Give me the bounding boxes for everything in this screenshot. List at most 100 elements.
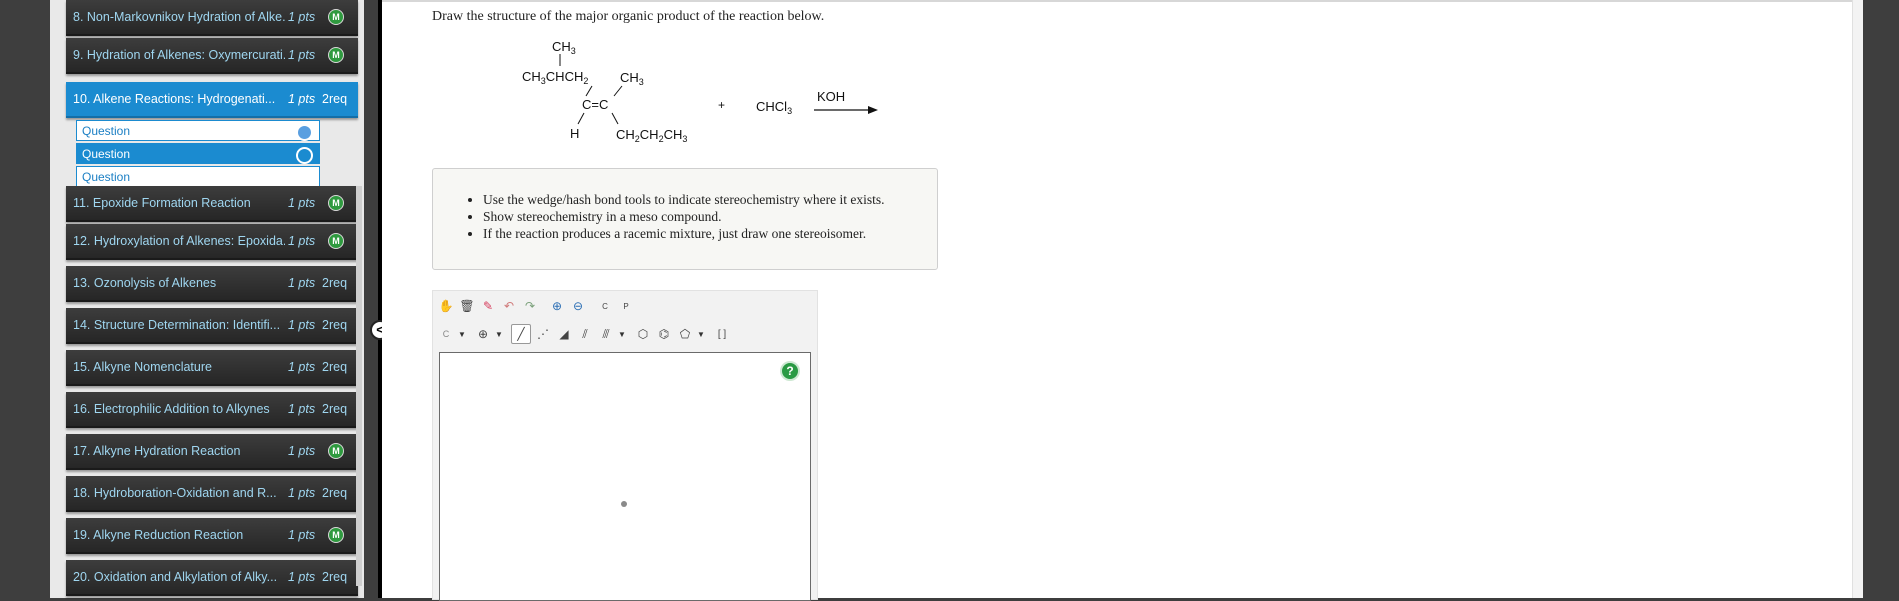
sidebar-item-points: 1 pts [288,402,316,416]
status-filled-icon [296,124,313,141]
zoom-in-icon[interactable]: ⊕ [548,297,566,315]
plus-sign: + [718,98,725,112]
sidebar-item-points: 1 pts [288,10,316,24]
hydrogen-label: H [570,126,579,141]
sidebar-item-requirement: 2req [322,360,348,374]
ring-hexagon-icon[interactable]: ⬡ [634,325,652,343]
content-scrollbar[interactable] [1852,0,1863,598]
sidebar-item-requirement: 2req [322,318,348,332]
help-icon[interactable]: ? [780,361,800,381]
sidebar-item[interactable]: 16. Electrophilic Addition to Alkynes 1 p… [66,392,358,428]
mastery-badge-icon: M [328,195,344,211]
drawing-canvas[interactable]: ? [439,352,811,601]
sidebar-item[interactable]: 13. Ozonolysis of Alkenes 1 pts 2req [66,266,358,302]
sidebar-item[interactable]: 17. Alkyne Hydration Reaction 1 pts M [66,434,358,470]
sidebar-item-title: 16. Electrophilic Addition to Alkynes [73,402,270,416]
sidebar-item[interactable]: 10. Alkene Reactions: Hydrogenati... 1 pt… [66,82,358,118]
ring-pentagon-icon[interactable]: ⬠ [676,325,694,343]
sidebar-item-title: 11. Epoxide Formation Reaction [73,196,251,210]
sidebar-item[interactable]: 20. Oxidation and Alkylation of Alky... 1… [66,560,358,596]
status-empty-icon [296,147,313,164]
zoom-out-icon[interactable]: ⊖ [569,297,587,315]
sidebar-item[interactable]: 15. Alkyne Nomenclature 1 pts 2req [66,350,358,386]
sidebar-item-points: 1 pts [288,234,316,248]
editor-toolbar-top: ✋ 🗑 ✎ ↶ ↷ ⊕ ⊖ C P [437,295,638,317]
sidebar-item-title: 8. Non-Markovnikov Hydration of Alke... [73,10,285,24]
sidebar-item-requirement: 2req [322,92,348,106]
sidebar-item[interactable]: 8. Non-Markovnikov Hydration of Alke... 1… [66,0,358,36]
propyl-label: CH2CH2CH3 [616,127,687,144]
wedge-bond-icon[interactable]: ◢ [555,325,573,343]
sidebar-item[interactable]: 9. Hydration of Alkenes: Oxymercurati...… [66,38,358,74]
question-sidebar: 8. Non-Markovnikov Hydration of Alke... 1… [50,0,364,598]
chevron-down-icon[interactable]: ▼ [458,330,468,339]
sidebar-scrollbar[interactable] [356,186,362,586]
sidebar-item-title: 12. Hydroxylation of Alkenes: Epoxida... [73,234,285,248]
sidebar-item-points: 1 pts [288,360,316,374]
sidebar-item[interactable]: 12. Hydroxylation of Alkenes: Epoxida...… [66,224,358,260]
copy-button[interactable]: C [596,297,614,315]
condition-label: KOH [817,89,845,104]
sidebar-item-title: 17. Alkyne Hydration Reaction [73,444,241,458]
ring-benzene-icon[interactable]: ⌬ [655,325,673,343]
mastery-badge-icon: M [328,47,344,63]
sidebar-item-title: 19. Alkyne Reduction Reaction [73,528,244,542]
sidebar-item-title: 10. Alkene Reactions: Hydrogenati... [73,92,276,106]
sidebar-item-points: 1 pts [288,276,316,290]
sidebar-item-title: 9. Hydration of Alkenes: Oxymercurati... [73,48,285,62]
sidebar-item-requirement: 2req [322,570,348,584]
bracket-icon[interactable]: [ ] [713,325,731,343]
sidebar-item[interactable]: 11. Epoxide Formation Reaction 1 pts M [66,186,358,222]
question-content: Draw the structure of the major organic … [382,0,1860,601]
redo-icon[interactable]: ↷ [521,297,539,315]
sidebar-item-title: 18. Hydroboration-Oxidation and R... [73,486,277,500]
chevron-down-icon[interactable]: ▼ [697,330,707,339]
mastery-badge-icon: M [328,527,344,543]
molecule-editor: ✋ 🗑 ✎ ↶ ↷ ⊕ ⊖ C P C ▼ ⊕ ▼ ╱ ⋰ ◢ ⫽ ⫻ ▼ ⬡ … [432,290,818,601]
sidebar-item-title: 13. Ozonolysis of Alkenes [73,276,217,290]
double-bond-icon[interactable]: ⫽ [576,325,594,343]
mastery-badge-icon: M [328,443,344,459]
instruction-item: Use the wedge/hash bond tools to indicat… [483,191,937,208]
double-bond-label: C=C [582,97,608,112]
sidebar-item-points: 1 pts [288,486,316,500]
mastery-badge-icon: M [328,233,344,249]
single-bond-icon[interactable]: ╱ [511,324,531,344]
clear-canvas-icon[interactable]: 🗑 [458,297,476,315]
hash-bond-icon[interactable]: ⋰ [534,325,552,343]
top-methyl-label: CH3 [552,39,576,56]
reaction-scheme: CH3 CH3CHCH2 CH3 C=C H CH2CH2CH3 + CHCl3… [522,39,878,144]
sidebar-item-points: 1 pts [288,48,316,62]
sidebar-item-points: 1 pts [288,570,316,584]
sidebar-item[interactable]: 19. Alkyne Reduction Reaction 1 pts M [66,518,358,554]
sidebar-subitem-question[interactable]: Question [76,166,320,187]
editor-toolbar-bottom: C ▼ ⊕ ▼ ╱ ⋰ ◢ ⫽ ⫻ ▼ ⬡ ⌬ ⬠ ▼ [ ] [437,323,734,345]
chevron-down-icon[interactable]: ▼ [618,330,628,339]
charge-icon[interactable]: ⊕ [474,325,492,343]
left-substituent-label: CH3CHCH2 [522,69,588,86]
mastery-badge-icon: M [328,9,344,25]
sidebar-item-points: 1 pts [288,528,316,542]
sidebar-item-requirement: 2req [322,486,348,500]
sidebar-subitem-label: Question [82,170,131,184]
canvas-center-marker [621,501,627,507]
undo-icon[interactable]: ↶ [500,297,518,315]
instructions-list: Use the wedge/hash bond tools to indicat… [433,169,937,242]
sidebar-subitem-label: Question [82,124,131,138]
instructions-box: Use the wedge/hash bond tools to indicat… [432,168,938,270]
paste-button[interactable]: P [617,297,635,315]
sidebar-subitem-label: Question [82,147,131,161]
hand-tool-icon[interactable]: ✋ [437,297,455,315]
sidebar-item-requirement: 2req [322,402,348,416]
triple-bond-icon[interactable]: ⫻ [597,325,615,343]
eraser-icon[interactable]: ✎ [479,297,497,315]
sidebar-subitem-question[interactable]: Question [76,120,320,141]
sidebar-subitem-question[interactable]: Question [76,143,320,164]
right-top-methyl-label: CH3 [620,70,644,87]
sidebar-item[interactable]: 18. Hydroboration-Oxidation and R... 1 pt… [66,476,358,512]
sidebar-item-points: 1 pts [288,196,316,210]
sidebar-item-points: 1 pts [288,92,316,106]
sidebar-item[interactable]: 14. Structure Determination: Identifi...… [66,308,358,344]
element-selector[interactable]: C [437,325,455,343]
chevron-down-icon[interactable]: ▼ [495,330,505,339]
